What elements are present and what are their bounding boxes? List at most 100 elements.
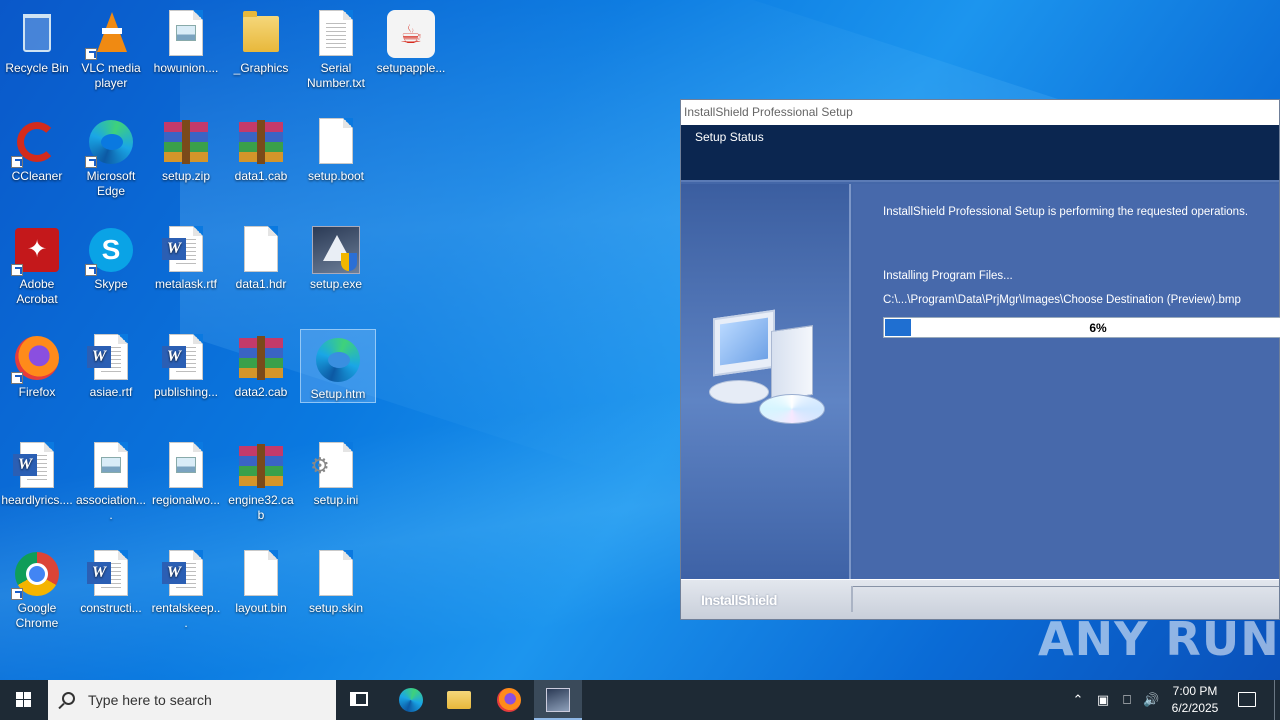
desktop-icon-rentalskeep[interactable]: W rentalskeep...: [149, 544, 223, 631]
icon-label: association....: [75, 493, 147, 522]
icon-label: setupapple...: [376, 61, 446, 75]
desktop-icon-data1-cab[interactable]: data1.cab: [224, 112, 298, 184]
image-file-icon: [85, 440, 137, 492]
progress-bar: 6%: [883, 317, 1280, 338]
image-file-icon: [160, 8, 212, 60]
icon-label: publishing...: [153, 385, 219, 399]
desktop-icon-serial-number[interactable]: Serial Number.txt: [299, 4, 373, 91]
desktop-icon-setup-zip[interactable]: setup.zip: [149, 112, 223, 184]
acrobat-icon: ✦: [11, 224, 63, 276]
desktop-icon-ccleaner[interactable]: CCleaner: [0, 112, 74, 184]
winrar-archive-icon: [160, 116, 212, 168]
word-document-icon: W: [85, 332, 137, 384]
installshield-window[interactable]: InstallShield Professional Setup Setup S…: [680, 99, 1280, 620]
desktop-icon-microsoft-edge[interactable]: Microsoft Edge: [74, 112, 148, 199]
folder-icon: [235, 8, 287, 60]
desktop-icon-regionalwo[interactable]: regionalwo...: [149, 436, 223, 508]
edge-icon: [85, 116, 137, 168]
icon-label: CCleaner: [11, 169, 63, 183]
desktop-icon-publishing[interactable]: W publishing...: [149, 328, 223, 400]
show-desktop-button[interactable]: [1274, 680, 1275, 720]
show-hidden-icons-chevron-icon[interactable]: ⌃: [1070, 692, 1086, 708]
desktop-icon-setup-exe[interactable]: setup.exe: [299, 220, 373, 292]
desktop-icon-constructi[interactable]: W constructi...: [74, 544, 148, 616]
taskbar-search-box[interactable]: Type here to search: [48, 680, 336, 720]
desktop-icon-layout-bin[interactable]: layout.bin: [224, 544, 298, 616]
desktop-icon-firefox[interactable]: Firefox: [0, 328, 74, 400]
desktop-icon-setup-boot[interactable]: setup.boot: [299, 112, 373, 184]
status-message: InstallShield Professional Setup is perf…: [883, 206, 1249, 218]
volume-icon[interactable]: 🔊: [1143, 692, 1159, 708]
chrome-icon: [11, 548, 63, 600]
setup-header: Setup Status: [681, 125, 1279, 182]
word-document-icon: W: [85, 548, 137, 600]
desktop-icon-setup-htm[interactable]: Setup.htm: [300, 329, 376, 403]
winrar-archive-icon: [235, 440, 287, 492]
taskbar: Type here to search ⌃ ▣ ⎕ 🔊 7:00 PM 6/2/…: [0, 680, 1280, 720]
desktop-icon-association[interactable]: association....: [74, 436, 148, 523]
windows-logo-icon: [16, 692, 32, 708]
setup-side-panel: [681, 184, 851, 579]
file-explorer-icon: [447, 691, 471, 709]
desktop-icon-engine32-cab[interactable]: engine32.cab: [224, 436, 298, 523]
winrar-archive-icon: [235, 116, 287, 168]
icon-label: setup.ini: [313, 493, 359, 507]
vlc-icon: [85, 8, 137, 60]
setup-installer-icon: [546, 688, 570, 712]
firefox-icon: [11, 332, 63, 384]
icon-label: setup.zip: [161, 169, 211, 183]
desktop-icon-howunion[interactable]: howunion....: [149, 4, 223, 76]
desktop-icon-setupapple[interactable]: ☕ setupapple...: [374, 4, 448, 76]
java-icon: ☕: [385, 8, 437, 60]
word-document-icon: W: [160, 548, 212, 600]
start-button[interactable]: [0, 680, 48, 720]
desktop-icon-asiae[interactable]: W asiae.rtf: [74, 328, 148, 400]
header-title: Setup Status: [695, 130, 764, 144]
icon-label: heardlyrics....: [1, 493, 73, 507]
icon-label: data1.hdr: [235, 277, 287, 291]
icon-label: asiae.rtf: [89, 385, 133, 399]
taskbar-file-explorer[interactable]: [435, 680, 483, 720]
icon-label: Skype: [94, 277, 128, 291]
desktop-icon-vlc[interactable]: VLC media player: [74, 4, 148, 91]
taskbar-firefox[interactable]: [485, 680, 533, 720]
desktop-icon-data2-cab[interactable]: data2.cab: [224, 328, 298, 400]
installshield-logo: InstallShield: [701, 592, 777, 608]
icon-label: VLC media player: [81, 61, 141, 90]
blank-file-icon: [235, 224, 287, 276]
taskbar-setup[interactable]: [534, 680, 582, 720]
desktop-icon-graphics-folder[interactable]: _Graphics: [224, 4, 298, 76]
window-title-bar[interactable]: InstallShield Professional Setup: [681, 100, 1279, 125]
clock-time: 7:00 PM: [1172, 684, 1218, 698]
meet-now-icon[interactable]: ▣: [1095, 692, 1111, 708]
image-file-icon: [160, 440, 212, 492]
computer-illustration-icon: [709, 309, 829, 444]
desktop-icon-skype[interactable]: S Skype: [74, 220, 148, 292]
desktop-icon-recycle-bin[interactable]: Recycle Bin: [0, 4, 74, 76]
icon-label: Microsoft Edge: [86, 169, 136, 198]
blank-file-icon: [235, 548, 287, 600]
desktop-icon-google-chrome[interactable]: Google Chrome: [0, 544, 74, 631]
icon-label: regionalwo...: [151, 493, 221, 507]
notification-center-icon[interactable]: [1238, 692, 1256, 707]
task-view-button[interactable]: [336, 680, 384, 720]
edge-icon: [399, 688, 423, 712]
icon-label: constructi...: [80, 601, 142, 615]
taskbar-clock[interactable]: 7:00 PM 6/2/2025: [1160, 683, 1230, 717]
taskbar-edge[interactable]: [387, 680, 435, 720]
desktop-icon-setup-skin[interactable]: setup.skin: [299, 544, 373, 616]
icon-label: engine32.cab: [228, 493, 294, 522]
icon-label: Adobe Acrobat: [16, 277, 58, 306]
current-file-path: C:\...\Program\Data\PrjMgr\Images\Choose…: [883, 294, 1241, 306]
desktop-icon-adobe-acrobat[interactable]: ✦ Adobe Acrobat: [0, 220, 74, 307]
icon-label: setup.skin: [308, 601, 364, 615]
desktop-icon-data1-hdr[interactable]: data1.hdr: [224, 220, 298, 292]
search-icon: [62, 692, 75, 705]
network-icon[interactable]: ⎕: [1119, 692, 1135, 708]
desktop-icon-setup-ini[interactable]: ⚙ setup.ini: [299, 436, 373, 508]
desktop-icon-heardlyrics[interactable]: W heardlyrics....: [0, 436, 74, 508]
anyrun-watermark: ANY RUN: [1038, 612, 1280, 666]
desktop-icon-metalask[interactable]: W metalask.rtf: [149, 220, 223, 292]
icon-label: Firefox: [18, 385, 56, 399]
word-document-icon: W: [160, 224, 212, 276]
